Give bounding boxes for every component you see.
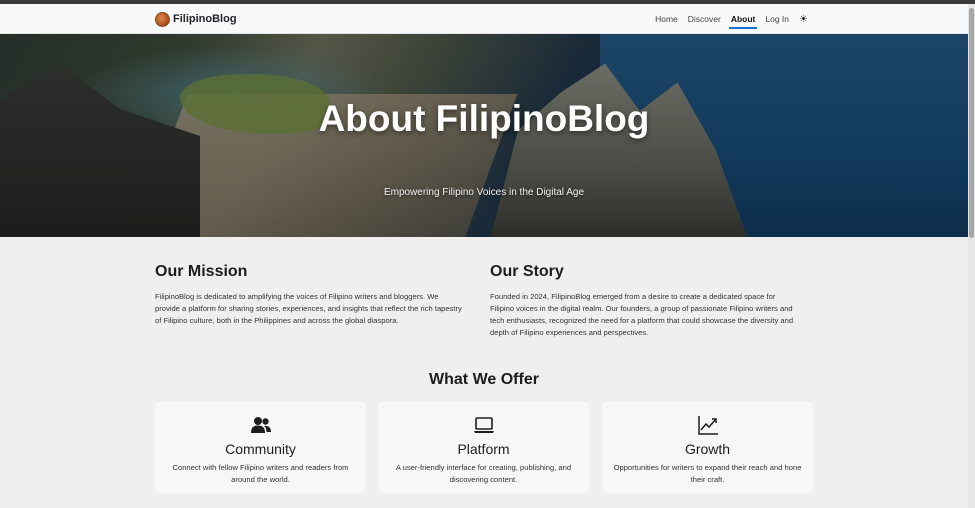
- nav-links: Home Discover About Log In ☀: [655, 4, 808, 34]
- brand-name: FilipinoBlog: [173, 13, 237, 25]
- story-heading: Our Story: [490, 263, 564, 280]
- growth-chart-icon: [602, 415, 813, 435]
- nav-link-discover[interactable]: Discover: [688, 4, 721, 34]
- nav-link-home[interactable]: Home: [655, 4, 678, 34]
- brand-link[interactable]: FilipinoBlog: [155, 11, 237, 27]
- card-text: A user-friendly interface for creating, …: [395, 463, 572, 484]
- page-scrollbar[interactable]: [968, 4, 975, 508]
- story-text: Founded in 2024, FilipinoBlog emerged fr…: [490, 292, 794, 337]
- card-text: Connect with fellow Filipino writers and…: [172, 463, 349, 484]
- card-title: Growth: [684, 441, 731, 457]
- scrollbar-thumb[interactable]: [969, 8, 974, 238]
- offer-card-growth: Growth Opportunities for writers to expa…: [602, 402, 813, 493]
- offer-card-platform: Platform A user-friendly interface for c…: [378, 402, 589, 493]
- story-section: Our Story Founded in 2024, FilipinoBlog …: [490, 263, 800, 339]
- mission-heading: Our Mission: [155, 263, 248, 280]
- mission-section: Our Mission FilipinoBlog is dedicated to…: [155, 263, 465, 327]
- nav-link-about[interactable]: About: [728, 4, 757, 34]
- offer-heading: What We Offer: [429, 371, 539, 388]
- hero-banner: About FilipinoBlog Empowering Filipino V…: [0, 34, 968, 237]
- hero-image-cliff-left: [0, 64, 200, 237]
- card-text: Opportunities for writers to expand thei…: [613, 463, 802, 484]
- hero-subtitle: Empowering Filipino Voices in the Digita…: [383, 187, 585, 198]
- laptop-icon: [378, 415, 589, 435]
- card-title: Community: [225, 441, 296, 457]
- navbar: FilipinoBlog Home Discover About Log In …: [0, 4, 968, 34]
- brand-logo-icon: [155, 11, 170, 27]
- offer-card-community: Community Connect with fellow Filipino w…: [155, 402, 366, 493]
- sun-icon[interactable]: ☀: [799, 14, 808, 25]
- card-title: Platform: [457, 441, 510, 457]
- nav-link-login[interactable]: Log In: [765, 4, 789, 34]
- hero-title: About FilipinoBlog: [318, 98, 650, 139]
- mission-text: FilipinoBlog is dedicated to amplifying …: [155, 292, 462, 325]
- people-icon: [155, 415, 366, 435]
